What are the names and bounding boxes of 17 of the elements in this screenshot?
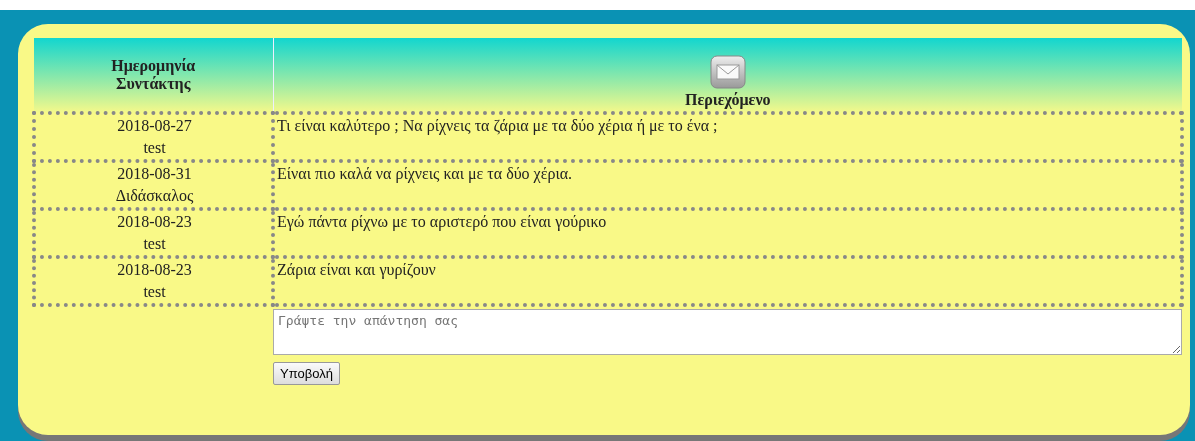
date-text: 2018-08-27 [116,116,193,136]
date-text: 2018-08-23 [116,212,193,232]
date-text: 2018-08-23 [116,260,193,280]
author-text: Διδάσκαλος [114,186,195,206]
envelope-icon [709,55,746,89]
submit-button[interactable]: Υποβολή [273,362,340,385]
date-text: 2018-08-31 [116,164,193,184]
message-text: Εγώ πάντα ρίχνω με το αριστερό που είναι γούρικο [277,213,607,230]
author-text: test [142,138,167,158]
author-text: test [142,282,167,302]
author-text: test [142,234,167,254]
message-text: Είναι πιο καλά να ρίχνεις και με τα δύο χέρια. [277,165,573,182]
message-text: Τι είναι καλύτερο ; Να ρίχνεις τα ζάρια με τα δύο χέρια ή με το ένα ; [277,117,718,134]
message-text: Ζάρια είναι και γυρίζουν [277,261,436,278]
reply-field[interactable]: Γράψτε την απάντηση σας [273,309,1182,355]
column-header: Περιεχόμενο [683,91,772,109]
column-header: Ημερομηνία Συντάκτης [110,56,197,93]
